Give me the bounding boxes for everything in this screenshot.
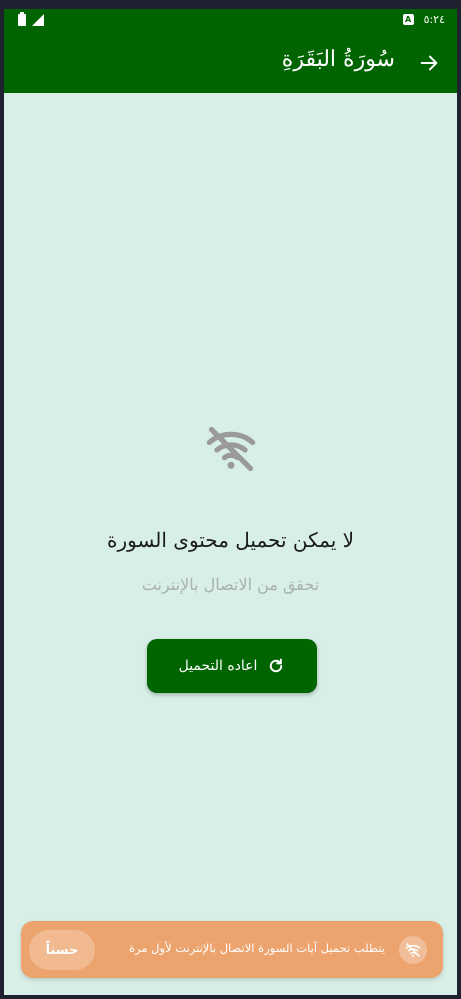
app-bar: سُورَةُ البَقَرَةِ (4, 33, 457, 93)
battery-icon (18, 12, 26, 26)
snackbar-message: يتطلب تحميل آيات السورة الاتصال بالإنترن… (128, 941, 385, 955)
main-content: لا يمكن تحميل محتوى السورة تحقق من الاتص… (4, 93, 457, 995)
signal-icon (32, 14, 44, 26)
clock: ٥:٢٤ (423, 13, 445, 26)
wifi-off-icon (399, 936, 427, 964)
wifi-off-icon (206, 426, 255, 472)
app-screen: A ٥:٢٤ سُورَةُ البَقَرَةِ لا يمكن تحميل … (4, 9, 457, 995)
status-bar: A ٥:٢٤ (4, 9, 457, 33)
arrow-forward-icon (420, 55, 438, 71)
retry-label: اعاده التحميل (178, 658, 258, 674)
notification-badge: A (402, 14, 414, 25)
status-right: A ٥:٢٤ (402, 13, 445, 26)
snackbar: يتطلب تحميل آيات السورة الاتصال بالإنترن… (21, 921, 443, 978)
error-title: لا يمكن تحميل محتوى السورة (106, 528, 355, 552)
refresh-icon (270, 658, 283, 673)
snackbar-ok-button[interactable]: حسناً (29, 930, 95, 970)
error-subtitle: تحقق من الاتصال بالإنترنت (141, 575, 320, 594)
page-title: سُورَةُ البَقَرَةِ (281, 47, 395, 72)
back-button[interactable] (415, 49, 443, 77)
retry-button[interactable]: اعاده التحميل (147, 639, 317, 693)
status-icons (18, 12, 44, 26)
